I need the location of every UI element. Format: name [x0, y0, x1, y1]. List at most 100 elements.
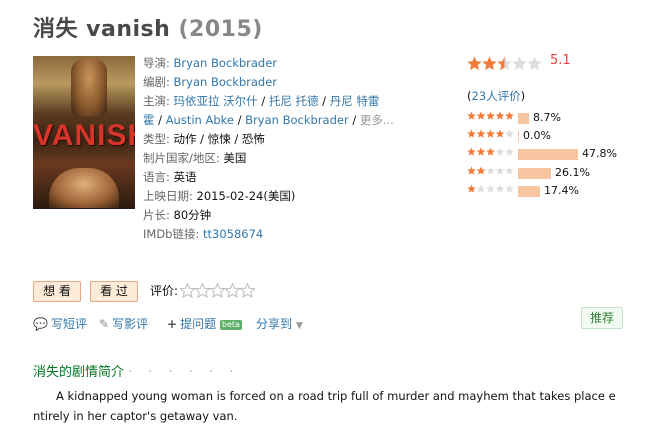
chevron-down-icon: ▼ — [295, 321, 303, 331]
distribution-percent: 17.4% — [544, 184, 579, 197]
cast-more-link[interactable]: 更多... — [360, 113, 394, 127]
info-language: 语言: 英语 — [143, 168, 197, 187]
country-label: 制片国家/地区: — [143, 151, 220, 165]
write-review-action[interactable]: ✎ 写影评 — [99, 315, 148, 332]
imdb-link[interactable]: tt3058674 — [203, 227, 263, 241]
cast-link-2b[interactable]: 霍 — [143, 113, 155, 127]
poster-logo: VANISH — [33, 119, 135, 152]
cast-link-2a[interactable]: 丹尼 特雷 — [330, 94, 380, 108]
movie-poster[interactable]: VANISH — [33, 56, 135, 209]
genre-label: 类型: — [143, 132, 170, 146]
rate-stars-input[interactable] — [180, 283, 255, 298]
dist-3-svg — [467, 147, 514, 156]
rate-input-svg — [180, 283, 255, 298]
cast-link-4[interactable]: Bryan Bockbrader — [245, 113, 349, 127]
rate-input-star-4[interactable] — [224, 283, 241, 298]
info-writer: 编剧: Bryan Bockbrader — [143, 73, 277, 92]
dist-3-star-fill-1 — [467, 147, 476, 156]
info-release: 上映日期: 2015-02-24(美国) — [143, 187, 295, 206]
dist-4-star-fill-3 — [486, 129, 495, 138]
distribution-stars — [467, 111, 514, 120]
genre-value: 动作 / 惊悚 / 恐怖 — [173, 132, 265, 146]
distribution-bar — [518, 149, 578, 160]
info-country: 制片国家/地区: 美国 — [143, 149, 246, 168]
distribution-stars — [467, 129, 514, 138]
speech-bubble-icon: 💬 — [33, 317, 48, 331]
distribution-percent: 8.7% — [533, 111, 561, 124]
watched-button[interactable]: 看 过 — [90, 281, 138, 302]
want-to-watch-button[interactable]: 想 看 — [33, 281, 81, 302]
rate-input-star-3[interactable] — [209, 283, 226, 298]
dist-4-star-fill-1 — [467, 129, 476, 138]
dist-3-star-fill-3 — [486, 147, 495, 156]
cast-link-1[interactable]: 托尼 托德 — [269, 94, 319, 108]
distribution-bar — [518, 186, 540, 197]
rating-svg — [467, 56, 542, 71]
page-title: 消失 vanish (2015) — [33, 11, 263, 43]
dist-1-star-4 — [495, 184, 505, 193]
dist-1-star-2 — [476, 184, 486, 193]
director-label: 导演: — [143, 56, 170, 70]
poster-figure-woman — [49, 168, 119, 208]
runtime-label: 片长: — [143, 208, 170, 222]
distribution-bar — [518, 168, 551, 179]
rating-stars — [467, 56, 542, 71]
dist-5-star-fill-5 — [505, 111, 514, 120]
dist-4-star-fill-4 — [495, 129, 505, 138]
dist-4-star-5 — [505, 129, 514, 138]
beta-badge: beta — [219, 319, 242, 330]
poster-figure-man — [71, 58, 107, 116]
writer-label: 编剧: — [143, 75, 170, 89]
distribution-percent: 47.8% — [582, 147, 617, 160]
dist-2-star-5 — [505, 166, 514, 175]
release-label: 上映日期: — [143, 189, 193, 203]
rate-input-star-2[interactable] — [194, 283, 211, 298]
cast-link-0[interactable]: 玛依亚拉 沃尔什 — [174, 94, 258, 108]
distribution-bar — [518, 131, 519, 142]
dist-5-star-fill-1 — [467, 111, 476, 120]
dist-1-star-3 — [486, 184, 495, 193]
dist-1-star-5 — [505, 184, 514, 193]
dist-4-svg — [467, 129, 514, 138]
dist-1-star-fill-1 — [467, 184, 476, 193]
rating-star-fill-1 — [467, 56, 482, 71]
rate-input-star-1[interactable] — [180, 283, 196, 298]
info-runtime: 片长: 80分钟 — [143, 206, 211, 225]
cast-link-3[interactable]: Austin Abke — [166, 113, 234, 127]
distribution-stars — [467, 166, 514, 175]
release-value: 2015-02-24(美国) — [196, 189, 296, 203]
distribution-stars — [467, 184, 514, 193]
distribution-bar — [518, 113, 529, 124]
dist-2-star-3 — [486, 166, 495, 175]
info-cast-line2: 霍 / Austin Abke / Bryan Bockbrader / 更多.… — [143, 113, 394, 127]
rate-input-star-5[interactable] — [239, 283, 255, 298]
share-dropdown[interactable]: 分享到 ▼ — [256, 315, 303, 332]
rating-score: 5.1 — [550, 53, 571, 68]
movie-title: 消失 vanish — [33, 17, 171, 42]
rating-star-5 — [527, 56, 542, 71]
director-link[interactable]: Bryan Bockbrader — [174, 56, 278, 70]
dist-5-svg — [467, 111, 514, 120]
runtime-value: 80分钟 — [173, 208, 212, 222]
summary-dots: · · · · · · — [128, 365, 240, 380]
summary-heading: 消失的剧情简介 · · · · · · — [33, 365, 240, 380]
pencil-icon: ✎ — [99, 317, 110, 331]
writer-link[interactable]: Bryan Bockbrader — [174, 75, 278, 89]
votes-link[interactable]: 23人评价 — [472, 89, 521, 103]
cast-label: 主演: — [143, 94, 170, 108]
dist-2-star-fill-2 — [476, 166, 486, 175]
dist-5-star-fill-3 — [486, 111, 495, 120]
recommend-button[interactable]: 推荐 — [581, 307, 623, 329]
write-short-review-action[interactable]: 💬 写短评 — [33, 315, 87, 332]
movie-year: (2015) — [178, 17, 263, 42]
ask-question-action[interactable]: + 提问题 beta — [167, 315, 242, 332]
dist-3-star-4 — [495, 147, 505, 156]
dist-5-star-fill-2 — [476, 111, 486, 120]
info-genre: 类型: 动作 / 惊悚 / 恐怖 — [143, 130, 265, 149]
dist-4-star-fill-2 — [476, 129, 486, 138]
dist-2-star-fill-1 — [467, 166, 476, 175]
language-value: 英语 — [173, 170, 197, 184]
distribution-stars — [467, 147, 514, 156]
imdb-label: IMDb链接: — [143, 227, 200, 241]
rating-star-fill-2 — [482, 56, 497, 71]
